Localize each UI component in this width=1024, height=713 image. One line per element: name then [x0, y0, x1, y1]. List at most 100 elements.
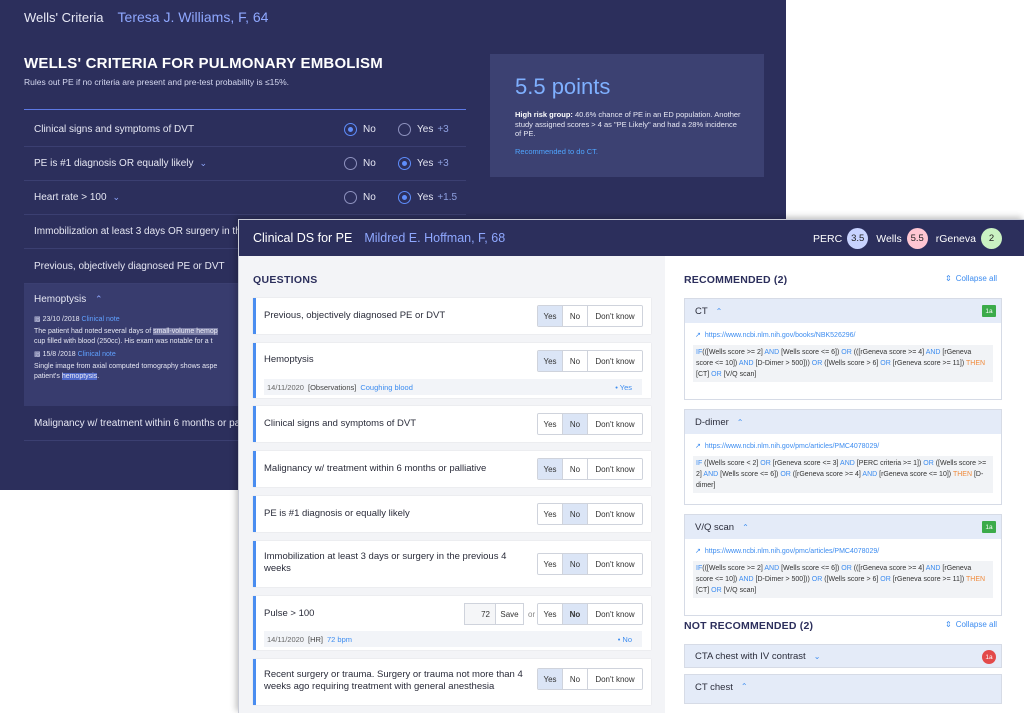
note-type-link[interactable]: Clinical note — [82, 316, 120, 323]
front-patient-name[interactable]: Mildred E. Hoffman, F, 68 — [364, 231, 505, 245]
radio-icon — [344, 157, 357, 170]
points-label: +3 — [437, 158, 449, 169]
question-text: PE is #1 diagnosis or equally likely — [264, 508, 410, 519]
evidence-badge: 1a — [982, 521, 996, 533]
answer-yes-button[interactable]: Yes — [538, 414, 563, 434]
radio-yes-dvt[interactable]: Yes +3 — [398, 123, 449, 136]
observation-answer: • Yes — [615, 382, 632, 392]
answer-no-button[interactable]: No — [563, 306, 588, 326]
not-recommended-item[interactable]: CT chest ⌃ — [684, 674, 1002, 704]
score-card: 5.5 points High risk group: 40.6% chance… — [490, 54, 764, 177]
answer-dont-know-button[interactable]: Don't know — [588, 459, 642, 479]
question-card: Hemoptysis Yes No Don't know 14/11/2020 … — [253, 343, 651, 398]
rgeneva-score-badge[interactable]: 2 — [981, 228, 1002, 249]
note-text-part: patient's — [34, 373, 62, 380]
chevron-up-icon[interactable]: ⌃ — [741, 682, 748, 691]
answer-no-button[interactable]: No — [563, 604, 588, 624]
answer-no-button[interactable]: No — [563, 414, 588, 434]
collapse-icon: ⇕ — [945, 274, 952, 283]
recommendation-header[interactable]: D-dimer ⌃ — [685, 410, 1001, 434]
recommendation-header[interactable]: V/Q scan ⌃ 1a — [685, 515, 1001, 539]
back-patient-name[interactable]: Teresa J. Williams, F, 64 — [118, 9, 269, 25]
back-app-title: Wells' Criteria — [24, 9, 104, 25]
answer-yes-button[interactable]: Yes — [538, 604, 563, 624]
question-card: Pulse > 100 72 Save or Yes No Don't know… — [253, 596, 651, 650]
radio-no-dvt[interactable]: No — [344, 123, 376, 136]
collapse-all-link[interactable]: ⇕ Collapse all — [945, 620, 997, 629]
question-card: Previous, objectively diagnosed PE or DV… — [253, 298, 651, 334]
observation-source: [HR] — [307, 634, 323, 644]
answer-yes-button[interactable]: Yes — [538, 351, 563, 371]
answer-dont-know-button[interactable]: Don't know — [588, 414, 642, 434]
recommendation-header[interactable]: CT ⌃ 1a — [685, 299, 1001, 323]
radio-yes-hr[interactable]: Yes +1.5 — [398, 191, 457, 204]
answer-dont-know-button[interactable]: Don't know — [588, 504, 642, 524]
radio-no-hr[interactable]: No — [344, 191, 376, 204]
external-link-icon: ↗ — [695, 443, 701, 450]
observation-date: 14/11/2020 — [267, 382, 304, 392]
radio-icon — [398, 123, 411, 136]
chevron-up-icon[interactable]: ⌃ — [737, 418, 744, 427]
wells-score-badge[interactable]: 5.5 — [906, 228, 928, 249]
question-card: PE is #1 diagnosis or equally likely Yes… — [253, 496, 651, 532]
answer-dont-know-button[interactable]: Don't know — [588, 306, 642, 326]
answer-selector: Yes No Don't know — [537, 305, 643, 327]
perc-score-badge[interactable]: 3.5 — [847, 228, 869, 249]
chevron-down-icon[interactable]: ⌄ — [814, 652, 821, 661]
answer-dont-know-button[interactable]: Don't know — [588, 554, 642, 574]
chevron-down-icon[interactable]: ⌄ — [200, 158, 208, 169]
chevron-down-icon[interactable]: ⌄ — [113, 192, 121, 203]
answer-dont-know-button[interactable]: Don't know — [588, 351, 642, 371]
rule-expression: IF(([Wells score >= 2] AND [Wells score … — [696, 565, 986, 594]
answer-no-button[interactable]: No — [563, 459, 588, 479]
answer-dont-know-button[interactable]: Don't know — [588, 669, 642, 689]
reference-url: https://www.ncbi.nlm.nih.gov/pmc/article… — [704, 443, 880, 450]
rgeneva-label: rGeneva — [935, 232, 976, 245]
recommendation-link[interactable]: Recommended to do CT. — [515, 147, 598, 156]
radio-selected-icon — [398, 157, 411, 170]
reference-link[interactable]: ↗ https://www.ncbi.nlm.nih.gov/pmc/articl… — [695, 547, 879, 555]
collapse-all-label: Collapse all — [955, 274, 998, 283]
radio-selected-icon — [344, 123, 357, 136]
chevron-up-icon[interactable]: ⌃ — [95, 294, 103, 304]
pulse-value-input[interactable]: 72 — [465, 604, 496, 624]
question-text: Malignancy w/ treatment within 6 months … — [264, 463, 487, 474]
answer-no-button[interactable]: No — [563, 351, 588, 371]
reference-link[interactable]: ↗ https://www.ncbi.nlm.nih.gov/pmc/articl… — [695, 442, 879, 450]
risk-group-label: High risk group: — [515, 110, 573, 119]
perc-label: PERC — [813, 232, 843, 245]
observation-value-link[interactable]: Coughing blood — [360, 383, 413, 392]
radio-yes-pe[interactable]: Yes +3 — [398, 157, 449, 170]
answer-yes-button[interactable]: Yes — [538, 306, 563, 326]
answer-yes-button[interactable]: Yes — [538, 669, 563, 689]
recommendation-name: CTA chest with IV contrast — [695, 650, 806, 662]
observation-value-link[interactable]: 72 bpm — [327, 635, 352, 644]
criterion-label: Clinical signs and symptoms of DVT — [34, 124, 195, 135]
radio-label: No — [363, 158, 376, 169]
save-button[interactable]: Save — [496, 604, 523, 624]
note-date: 23/10 /2018 — [42, 316, 80, 323]
chevron-up-icon[interactable]: ⌃ — [716, 307, 723, 316]
criterion-label: Hemoptysis — [34, 294, 87, 305]
radio-no-pe[interactable]: No — [344, 157, 376, 170]
answer-selector: Yes No Don't know — [537, 413, 643, 435]
answer-no-button[interactable]: No — [563, 554, 588, 574]
reference-link[interactable]: ↗ https://www.ncbi.nlm.nih.gov/books/NBK5… — [695, 331, 855, 339]
answer-yes-button[interactable]: Yes — [538, 459, 563, 479]
answer-no-button[interactable]: No — [563, 504, 588, 524]
note-type-link[interactable]: Clinical note — [78, 351, 116, 358]
radio-label: Yes — [417, 124, 434, 135]
criterion-label: Immobilization at least 3 days OR surger… — [34, 226, 247, 237]
recommendation-name: V/Q scan — [695, 521, 735, 533]
chevron-up-icon[interactable]: ⌃ — [742, 523, 749, 532]
collapse-all-link[interactable]: ⇕ Collapse all — [945, 274, 997, 283]
not-recommended-item[interactable]: CTA chest with IV contrast ⌄ 1a — [684, 644, 1002, 668]
answer-yes-button[interactable]: Yes — [538, 504, 563, 524]
answer-yes-button[interactable]: Yes — [538, 554, 563, 574]
answer-dont-know-button[interactable]: Don't know — [588, 604, 642, 624]
back-header: Wells' Criteria Teresa J. Williams, F, 6… — [0, 0, 786, 34]
or-label: or — [528, 610, 536, 619]
note-date: 15/8 /2018 — [42, 351, 76, 358]
external-link-icon: ↗ — [695, 332, 701, 339]
answer-no-button[interactable]: No — [563, 669, 588, 689]
